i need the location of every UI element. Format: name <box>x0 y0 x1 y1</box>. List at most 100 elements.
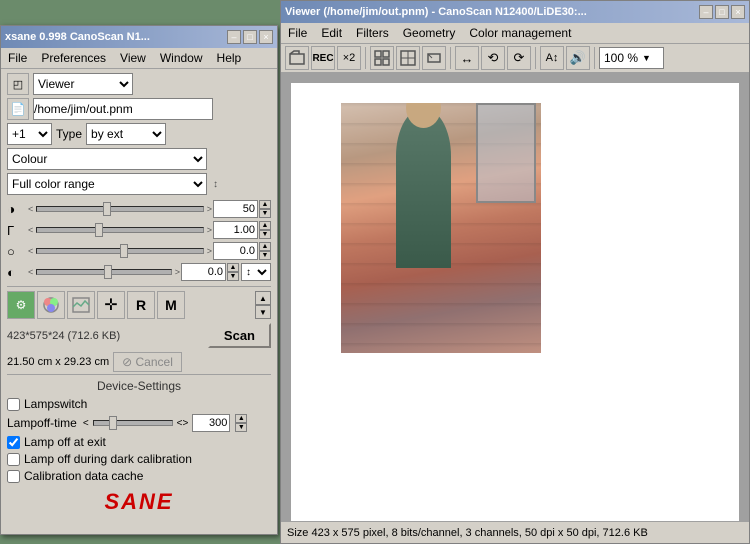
sane-logo: SANE <box>7 489 271 515</box>
shadow-extra-select[interactable]: ↕ <box>241 263 271 281</box>
canvas-background <box>281 73 749 543</box>
lamp-spin-down[interactable]: ▼ <box>235 423 247 432</box>
viewer-menu-edit[interactable]: Edit <box>316 24 347 42</box>
type-label: Type <box>56 127 82 141</box>
shadow-thumb[interactable] <box>104 265 112 279</box>
menu-window[interactable]: Window <box>155 49 208 67</box>
colorrange-select[interactable]: Full color range <box>7 173 207 195</box>
gamma-spin-down[interactable]: ▼ <box>259 230 271 239</box>
vtool-grid-btn[interactable] <box>370 46 394 70</box>
gamma-right-arrow[interactable]: > <box>206 225 213 235</box>
gamma-left-arrow[interactable]: < <box>27 225 34 235</box>
viewer-menu-geometry[interactable]: Geometry <box>398 24 461 42</box>
tool-preview-btn[interactable] <box>67 291 95 319</box>
lamp-value-box: 300 <box>192 414 230 432</box>
shadow-left-arrow[interactable]: < <box>27 267 34 277</box>
menu-file[interactable]: File <box>3 49 32 67</box>
tools-toolbar: ⚙ ✛ R M ▲ ▼ <box>7 286 271 319</box>
contrast-thumb[interactable] <box>120 244 128 258</box>
viewer-select[interactable]: Viewer <box>33 73 133 95</box>
lamp-slider-track[interactable] <box>93 420 173 426</box>
lampoff-label: Lampoff-time <box>7 416 77 430</box>
photo-background <box>341 103 541 353</box>
tool-m-btn[interactable]: M <box>157 291 185 319</box>
contrast-spin-up[interactable]: ▲ <box>259 242 271 251</box>
lamp-spin: ▲ ▼ <box>235 414 247 432</box>
tool-r-btn[interactable]: R <box>127 291 155 319</box>
contrast-right-arrow[interactable]: > <box>206 246 213 256</box>
toolbar-sep-4 <box>594 47 595 69</box>
vtool-fit-btn[interactable] <box>422 46 446 70</box>
xsane-maximize-button[interactable]: □ <box>243 30 257 44</box>
lamp-off-dark-checkbox[interactable] <box>7 453 20 466</box>
lamp-mid-arrows[interactable]: <> <box>177 418 189 429</box>
viewer-titlebar: Viewer (/home/jim/out.pnm) - CanoScan N1… <box>281 1 749 23</box>
vtool-grid2-btn[interactable] <box>396 46 420 70</box>
colour-select[interactable]: Colour <box>7 148 207 170</box>
viewer-menu-filters[interactable]: Filters <box>351 24 394 42</box>
tool-color-btn[interactable] <box>37 291 65 319</box>
filename-input[interactable] <box>33 98 213 120</box>
scroll-down-btn[interactable]: ▼ <box>255 305 271 319</box>
xsane-minimize-button[interactable]: – <box>227 30 241 44</box>
vtool-text-btn[interactable]: A↕ <box>540 46 564 70</box>
vtool-rotate-ccw-btn[interactable]: ⟳ <box>507 46 531 70</box>
tool-histogram-btn[interactable]: ⚙ <box>7 291 35 319</box>
cancel-button[interactable]: ⊘ Cancel <box>113 352 182 372</box>
contrast-spin-down[interactable]: ▼ <box>259 251 271 260</box>
xsane-close-button[interactable]: × <box>259 30 273 44</box>
zoom-dropdown-icon[interactable]: ▼ <box>642 53 651 63</box>
byext-select[interactable]: by ext <box>86 123 166 145</box>
vtool-rotate-cw-btn[interactable]: ⟲ <box>481 46 505 70</box>
shadow-spin-up[interactable]: ▲ <box>227 263 239 272</box>
zoom-control[interactable]: 100 % ▼ <box>599 47 664 69</box>
vtool-zoom2x-btn[interactable]: ×2 <box>337 46 361 70</box>
gamma-track[interactable] <box>36 227 203 233</box>
calib-cache-label: Calibration data cache <box>24 469 143 483</box>
brightness-left-arrow[interactable]: < <box>27 204 34 214</box>
lamp-off-exit-checkbox[interactable] <box>7 436 20 449</box>
shadow-value: 0.0 <box>181 263 226 281</box>
scan-button[interactable]: Scan <box>208 323 271 348</box>
gamma-thumb[interactable] <box>95 223 103 237</box>
viewer-minimize-button[interactable]: – <box>699 5 713 19</box>
lampswitch-checkbox[interactable] <box>7 398 20 411</box>
dim-label: 21.50 cm x 29.23 cm <box>7 356 109 368</box>
type-row: +1 Type by ext <box>7 123 271 145</box>
viewer-close-button[interactable]: × <box>731 5 745 19</box>
tool-crosshair-btn[interactable]: ✛ <box>97 291 125 319</box>
viewer-menu-file[interactable]: File <box>283 24 312 42</box>
brightness-right-arrow[interactable]: > <box>206 204 213 214</box>
vtool-record-btn[interactable]: REC <box>311 46 335 70</box>
brightness-track[interactable] <box>36 206 203 212</box>
viewer-menubar: File Edit Filters Geometry Color managem… <box>281 23 749 44</box>
shadow-spin-down[interactable]: ▼ <box>227 272 239 281</box>
lamp-spin-up[interactable]: ▲ <box>235 414 247 423</box>
lamp-left-arrow[interactable]: < <box>83 418 89 429</box>
brightness-spin-down[interactable]: ▼ <box>259 209 271 218</box>
vtool-zoom-out-btn[interactable]: 🔊 <box>566 46 590 70</box>
shadow-right-arrow[interactable]: > <box>174 267 181 277</box>
menu-preferences[interactable]: Preferences <box>36 49 111 67</box>
contrast-track[interactable] <box>36 248 203 254</box>
scroll-buttons: ▲ ▼ <box>255 291 271 319</box>
viewer-menu-color-management[interactable]: Color management <box>464 24 576 42</box>
lamp-slider-thumb[interactable] <box>109 416 117 430</box>
shadow-spin: ▲ ▼ <box>227 263 239 281</box>
viewer-maximize-button[interactable]: □ <box>715 5 729 19</box>
brightness-icon: ◑ <box>7 201 27 217</box>
increment-select[interactable]: +1 <box>7 123 52 145</box>
shadow-track[interactable] <box>36 269 171 275</box>
cancel-label: Cancel <box>136 355 173 369</box>
vtool-open-btn[interactable] <box>285 46 309 70</box>
menu-help[interactable]: Help <box>212 49 247 67</box>
brightness-thumb[interactable] <box>103 202 111 216</box>
vtool-flip-h-btn[interactable]: ↔ <box>455 46 479 70</box>
calib-cache-checkbox[interactable] <box>7 470 20 483</box>
menu-view[interactable]: View <box>115 49 151 67</box>
gamma-spin-up[interactable]: ▲ <box>259 221 271 230</box>
contrast-slider-row: ○ < > 0.0 ▲ ▼ <box>7 241 271 261</box>
brightness-spin-up[interactable]: ▲ <box>259 200 271 209</box>
scroll-up-btn[interactable]: ▲ <box>255 291 271 305</box>
contrast-left-arrow[interactable]: < <box>27 246 34 256</box>
